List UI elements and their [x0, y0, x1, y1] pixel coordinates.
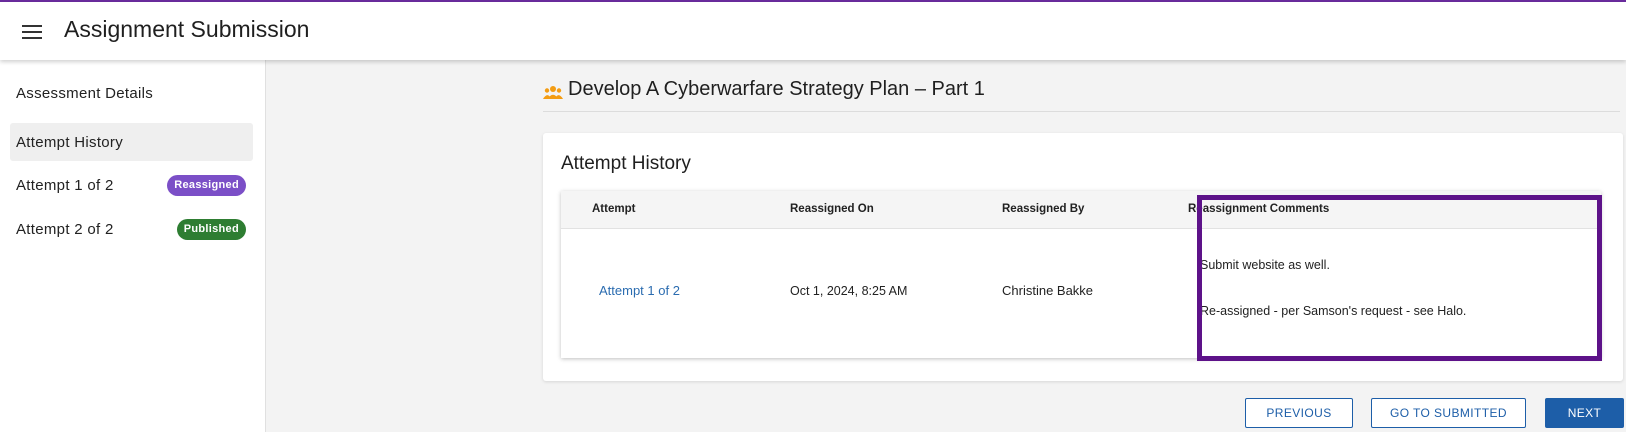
column-header-reassignment-comments: Reassignment Comments	[1188, 203, 1330, 215]
table-header: Attempt Reassigned On Reassigned By Reas…	[561, 191, 1601, 229]
hamburger-menu-icon[interactable]	[22, 25, 42, 39]
group-icon	[543, 86, 563, 99]
attempt-link[interactable]: Attempt 1 of 2	[599, 283, 680, 298]
comment-line: Submit website as well.	[1200, 258, 1330, 272]
sidebar-item-label: Assessment Details	[16, 84, 154, 102]
next-button[interactable]: NEXT	[1545, 398, 1624, 428]
sidebar-item-label: Attempt 2 of 2	[16, 220, 114, 238]
column-header-attempt: Attempt	[592, 203, 636, 215]
card-title: Attempt History	[561, 153, 691, 174]
reassigned-on-value: Oct 1, 2024, 8:25 AM	[790, 284, 908, 298]
sidebar-item-attempt-1[interactable]: Attempt 1 of 2 Reassigned	[10, 166, 253, 204]
sidebar-item-attempt-history[interactable]: Attempt History	[10, 123, 253, 161]
column-header-reassigned-by: Reassigned By	[1002, 203, 1085, 215]
sidebar: Assessment Details Attempt History Attem…	[0, 60, 266, 432]
attempt-history-card: Attempt History Attempt Reassigned On Re…	[543, 133, 1623, 381]
attempt-history-table: Attempt Reassigned On Reassigned By Reas…	[561, 191, 1601, 358]
go-to-submitted-button[interactable]: GO TO SUBMITTED	[1371, 398, 1526, 428]
column-header-reassigned-on: Reassigned On	[790, 203, 874, 215]
sidebar-item-label: Attempt 1 of 2	[16, 176, 114, 194]
status-badge-published: Published	[176, 219, 246, 240]
app-title: Assignment Submission	[64, 16, 310, 42]
sidebar-item-attempt-2[interactable]: Attempt 2 of 2 Published	[10, 210, 253, 248]
page-title: Develop A Cyberwarfare Strategy Plan – P…	[568, 78, 985, 100]
status-badge-reassigned: Reassigned	[167, 175, 246, 196]
previous-button[interactable]: PREVIOUS	[1245, 398, 1353, 428]
sidebar-item-label: Attempt History	[16, 133, 124, 151]
page-title-row: Develop A Cyberwarfare Strategy Plan – P…	[543, 78, 1620, 112]
sidebar-item-assessment-details[interactable]: Assessment Details	[10, 74, 253, 112]
comment-line: Re-assigned - per Samson's request - see…	[1200, 304, 1467, 318]
app-header: Assignment Submission	[0, 2, 1626, 60]
reassigned-by-value: Christine Bakke	[1002, 283, 1094, 298]
